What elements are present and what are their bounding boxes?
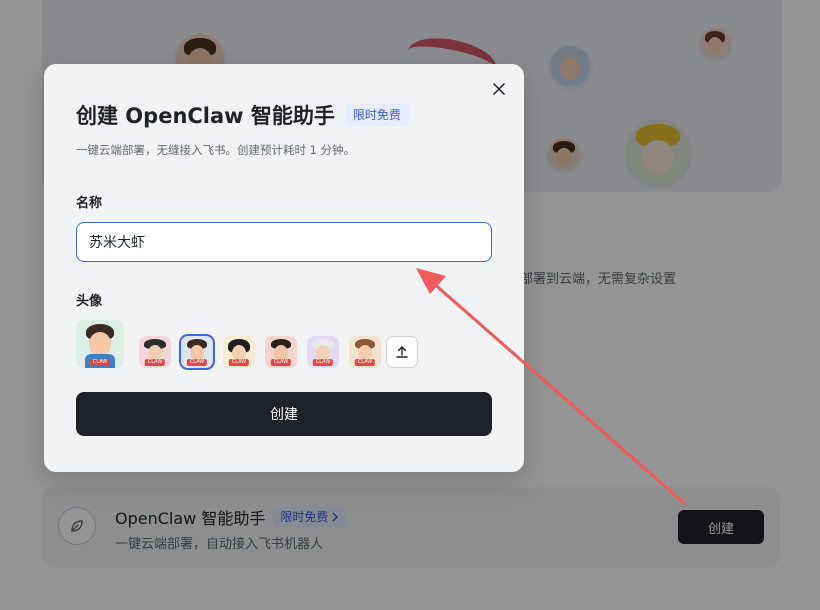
avatar-option-3[interactable]: CLAW	[223, 336, 255, 368]
upload-icon	[396, 346, 408, 358]
create-assistant-modal: 创建 OpenClaw 智能助手 限时免费 一键云端部署，无缝接入飞书。创建预计…	[44, 64, 524, 472]
name-label: 名称	[76, 196, 103, 211]
name-input[interactable]	[76, 222, 492, 262]
avatar-badge: CLAW	[354, 359, 376, 366]
avatar-badge: CLAW	[270, 359, 292, 366]
close-icon	[493, 83, 505, 95]
avatar-option-2[interactable]: CLAW	[179, 334, 215, 370]
create-button[interactable]: 创建	[76, 392, 492, 436]
avatar-badge: CLAW	[228, 359, 250, 366]
avatar-badge: CLAW	[312, 359, 334, 366]
modal-header: 创建 OpenClaw 智能助手 限时免费	[76, 100, 409, 130]
avatar-badge: CLAW	[144, 359, 166, 366]
avatar-option-4[interactable]: CLAW	[265, 336, 297, 368]
avatar-badge: CLAW	[89, 359, 111, 366]
close-button[interactable]	[488, 78, 510, 100]
avatar-option-1[interactable]: CLAW	[139, 336, 171, 368]
avatar-badge: CLAW	[186, 359, 208, 366]
upload-avatar-button[interactable]	[386, 336, 418, 368]
modal-title: 创建 OpenClaw 智能助手	[76, 104, 335, 128]
avatar-option-5[interactable]: CLAW	[307, 336, 339, 368]
modal-subtitle: 一键云端部署，无缝接入飞书。创建预计耗时 1 分钟。	[76, 143, 356, 157]
free-tag: 限时免费	[344, 104, 409, 126]
avatar-preview: CLAW	[76, 320, 124, 368]
avatar-option-6[interactable]: CLAW	[349, 336, 381, 368]
avatar-label: 头像	[76, 294, 103, 309]
